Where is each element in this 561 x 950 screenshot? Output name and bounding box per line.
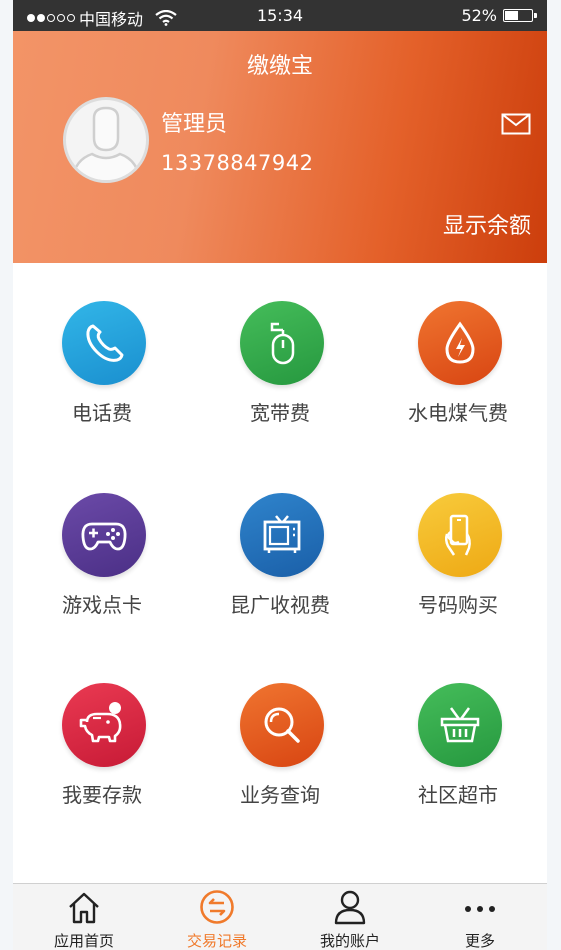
magnifier-icon xyxy=(264,707,300,743)
status-right: 52% xyxy=(461,6,537,25)
tab-label: 更多 xyxy=(464,932,495,950)
service-broadband[interactable]: 宽带费 xyxy=(191,301,369,451)
user-phone-number: 13378847942 xyxy=(161,151,314,175)
service-label: 水电煤气费 xyxy=(408,401,508,425)
home-icon xyxy=(69,892,99,924)
app-title: 缴缴宝 xyxy=(246,54,313,79)
transactions-icon xyxy=(200,890,234,924)
battery-percent: 52% xyxy=(461,6,497,25)
service-label: 业务查询 xyxy=(240,783,320,807)
service-label: 社区超市 xyxy=(418,783,498,807)
more-icon xyxy=(465,906,495,912)
service-game-card[interactable]: 游戏点卡 xyxy=(13,493,191,643)
battery-icon xyxy=(503,9,537,22)
profile-header: 缴缴宝 管理员 13378847942 显示余额 xyxy=(13,31,547,263)
tab-transactions[interactable]: 交易记录 xyxy=(150,884,284,950)
basket-icon xyxy=(440,707,480,743)
tv-icon xyxy=(263,515,301,553)
mouse-icon xyxy=(270,322,295,365)
service-label: 游戏点卡 xyxy=(62,593,142,617)
service-label: 宽带费 xyxy=(250,401,310,425)
gamepad-icon xyxy=(81,522,127,551)
service-label: 号码购买 xyxy=(418,593,498,617)
service-grid: 电话费 宽带费 水电煤气费 游戏点卡 昆广收视费 号码购买 我要存款 业务查询 … xyxy=(13,263,547,883)
tab-more[interactable]: 更多 xyxy=(413,884,547,950)
service-utilities[interactable]: 水电煤气费 xyxy=(369,301,547,451)
service-label: 昆广收视费 xyxy=(230,593,330,617)
service-tv-fee[interactable]: 昆广收视费 xyxy=(191,493,369,643)
tab-home[interactable]: 应用首页 xyxy=(17,884,151,950)
bottom-tab-bar: 应用首页 交易记录 我的账户 更多 xyxy=(13,883,547,950)
service-supermarket[interactable]: 社区超市 xyxy=(369,683,547,833)
show-balance-link[interactable]: 显示余额 xyxy=(443,208,531,240)
account-icon xyxy=(334,890,366,925)
hand-phone-icon xyxy=(444,514,471,556)
service-deposit[interactable]: 我要存款 xyxy=(13,683,191,833)
service-label: 电话费 xyxy=(72,401,132,425)
tab-label: 我的账户 xyxy=(319,932,380,950)
user-avatar-icon xyxy=(71,106,141,180)
service-query[interactable]: 业务查询 xyxy=(191,683,369,833)
mail-icon[interactable] xyxy=(501,113,531,135)
tab-account[interactable]: 我的账户 xyxy=(283,884,417,950)
service-number-purchase[interactable]: 号码购买 xyxy=(369,493,547,643)
tab-label: 应用首页 xyxy=(53,932,114,950)
utility-drop-icon xyxy=(445,321,475,364)
username: 管理员 xyxy=(161,112,228,137)
service-phone-bill[interactable]: 电话费 xyxy=(13,301,191,451)
phone-icon xyxy=(86,324,124,362)
service-label: 我要存款 xyxy=(62,783,142,807)
phone-screen: 中国移动 15:34 52% 缴缴宝 管理员 13378847942 显示余额 … xyxy=(13,0,547,950)
avatar[interactable] xyxy=(63,97,149,183)
tab-label: 交易记录 xyxy=(186,932,247,950)
status-bar: 中国移动 15:34 52% xyxy=(13,0,547,31)
piggy-bank-icon xyxy=(79,702,122,743)
